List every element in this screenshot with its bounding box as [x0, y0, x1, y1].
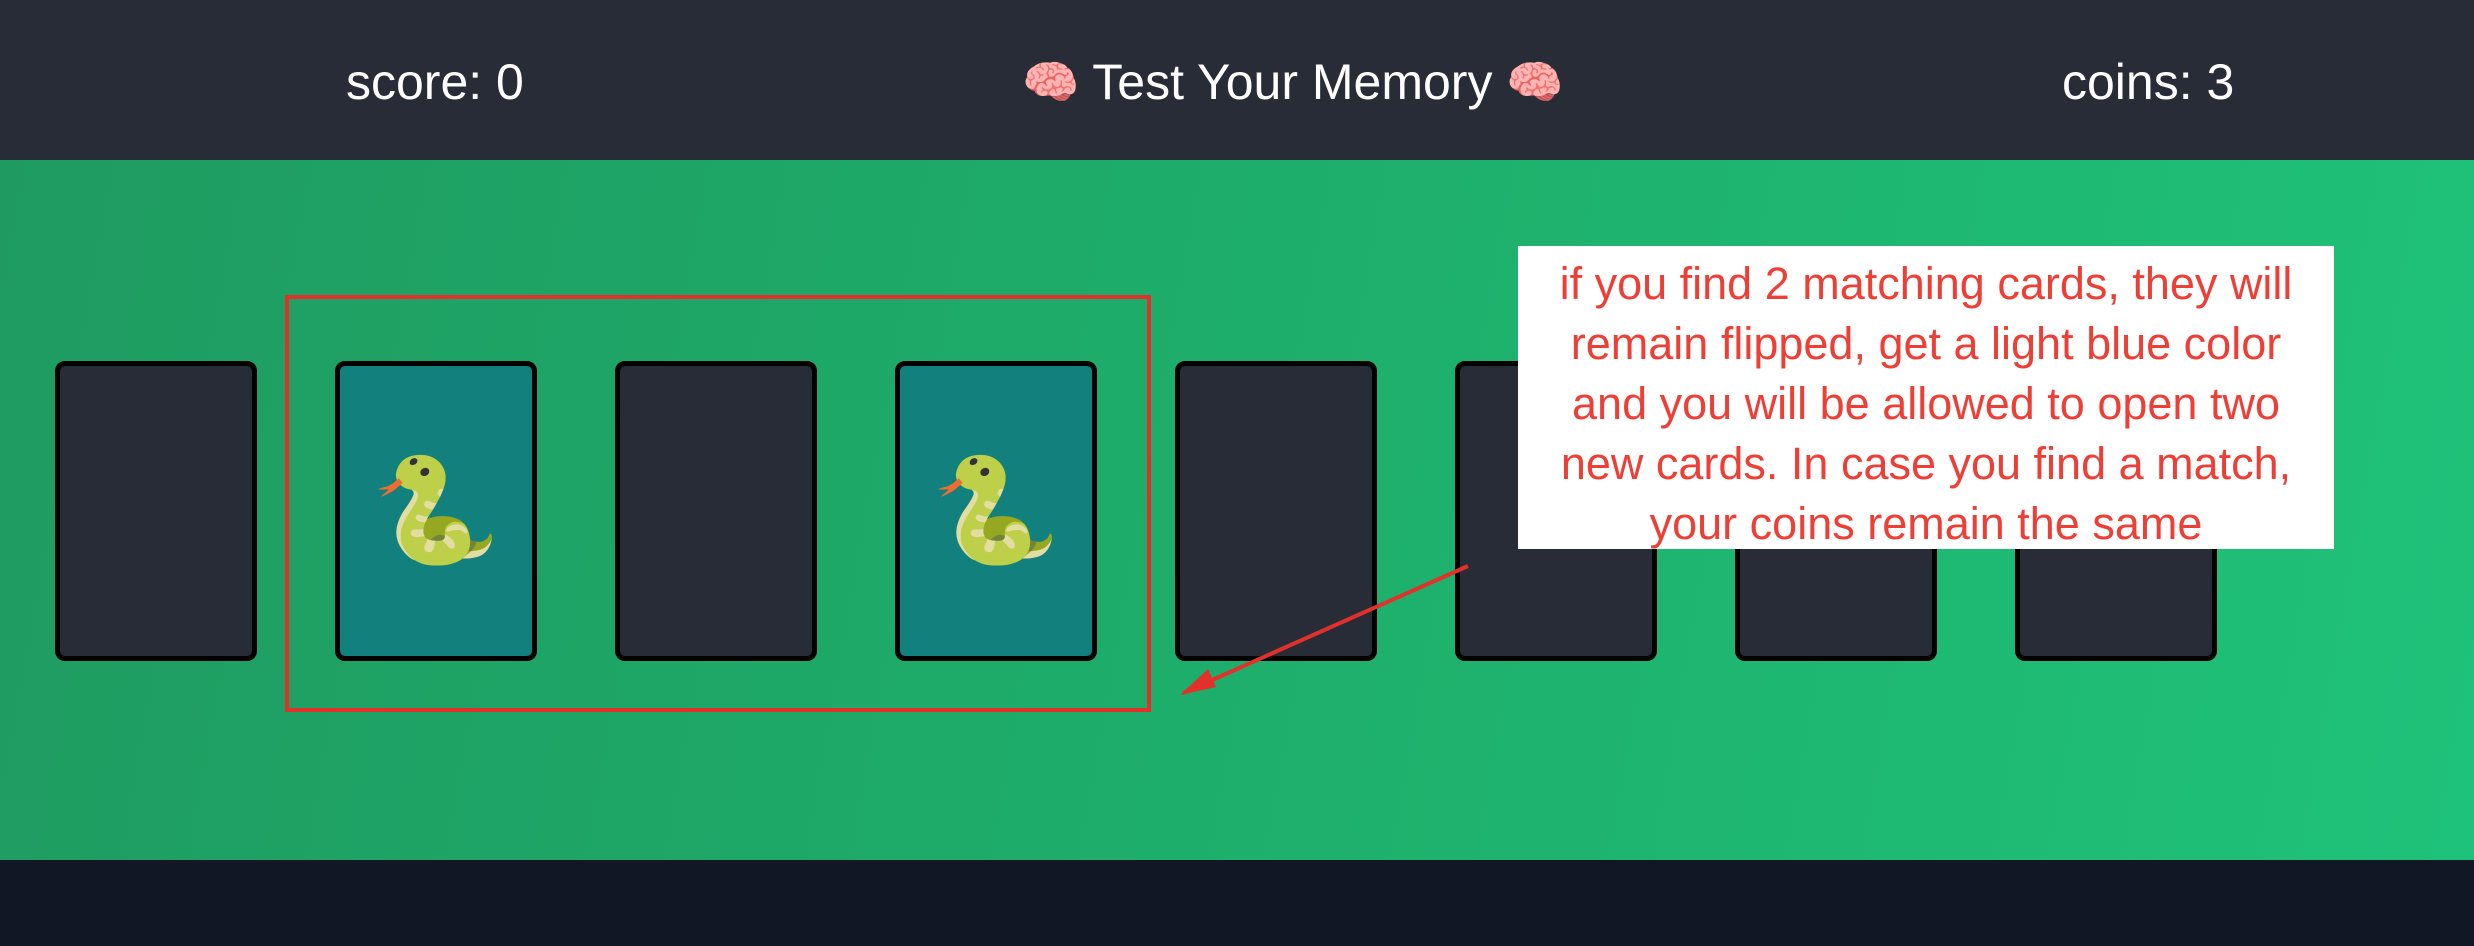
annotation-arrow: [1180, 564, 1469, 695]
